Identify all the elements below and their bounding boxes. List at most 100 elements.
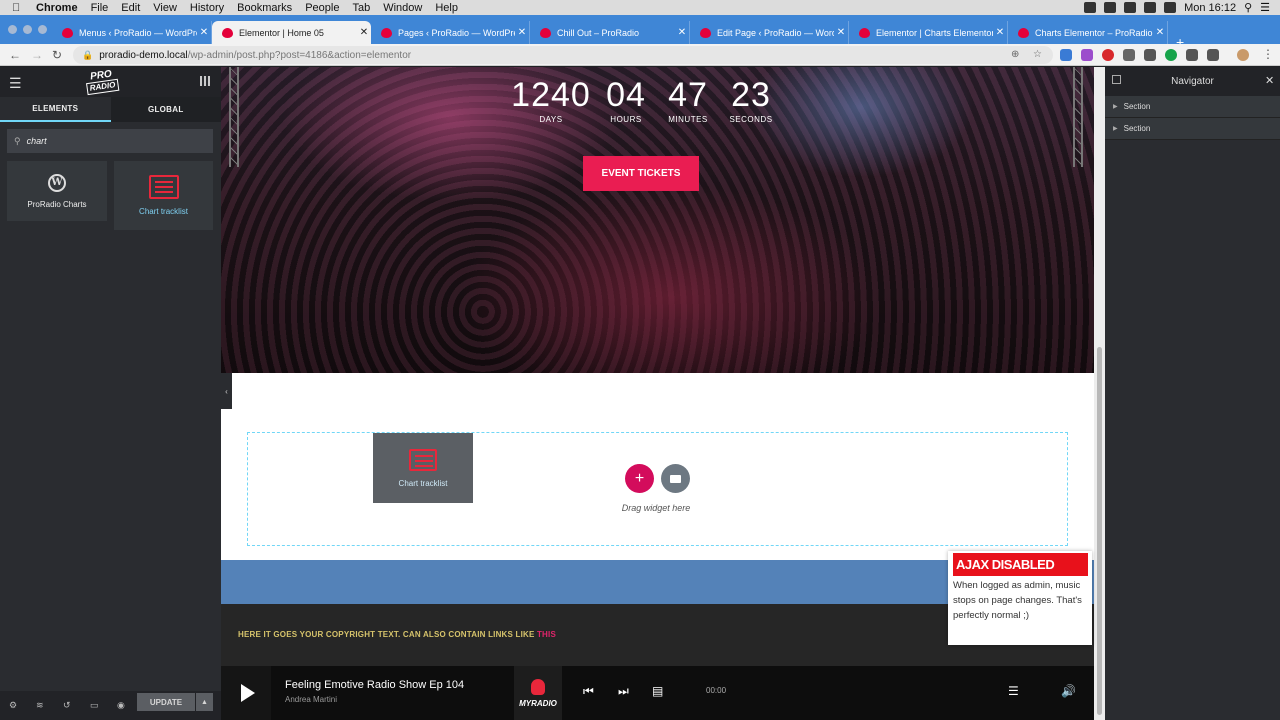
- menu-window[interactable]: Window: [383, 2, 422, 14]
- chrome-menu-icon[interactable]: ⋮: [1262, 47, 1274, 61]
- window-zoom-button[interactable]: [38, 25, 47, 34]
- back-arrow-icon[interactable]: ←: [9, 48, 21, 62]
- tray-wifi-icon[interactable]: [1124, 2, 1137, 13]
- browser-tab-edit-page[interactable]: Edit Page ‹ ProRadio — WordPress ✕: [690, 21, 849, 44]
- widget-search-input[interactable]: ⚲ chart: [7, 129, 213, 153]
- window-close-button[interactable]: [8, 25, 17, 34]
- event-tickets-button[interactable]: EVENT TICKETS: [583, 156, 699, 191]
- navigator-panel: Navigator ✕ ▶ Section ▶ Section: [1105, 67, 1280, 720]
- extension-icon[interactable]: [1186, 49, 1198, 61]
- playlist-icon[interactable]: ☰: [1008, 684, 1019, 698]
- tray-extension-icon[interactable]: [1084, 2, 1097, 13]
- browser-tab-chill-out[interactable]: Chill Out – ProRadio ✕: [530, 21, 690, 44]
- bookmark-star-icon[interactable]: ☆: [1033, 49, 1042, 60]
- play-icon: [240, 684, 255, 702]
- settings-gear-icon[interactable]: ⚙: [9, 700, 17, 711]
- tab-close-icon[interactable]: ✕: [357, 27, 371, 38]
- url-path: /wp-admin/post.php?post=4186&action=elem…: [187, 49, 412, 61]
- search-icon: ⚲: [14, 135, 21, 146]
- tray-dropbox-icon[interactable]: [1104, 2, 1117, 13]
- radio-icon[interactable]: ▤: [652, 684, 663, 698]
- chevron-right-icon[interactable]: ▶: [1113, 125, 1118, 132]
- browser-tab-elementor-home[interactable]: Elementor | Home 05 ✕: [212, 21, 371, 44]
- browser-tab-charts-proradio[interactable]: Charts Elementor – ProRadio ✕: [1008, 21, 1168, 44]
- playback-time: 00:00: [706, 686, 727, 695]
- menu-edit[interactable]: Edit: [121, 2, 140, 14]
- play-button[interactable]: [221, 666, 271, 720]
- widget-proradio-charts[interactable]: W ProRadio Charts: [7, 161, 107, 221]
- widget-label: Chart tracklist: [398, 478, 448, 488]
- collapse-panel-chevron-icon[interactable]: ‹: [221, 373, 232, 409]
- tab-close-icon[interactable]: ✕: [834, 27, 848, 38]
- forward-arrow-icon[interactable]: →: [31, 48, 43, 62]
- countdown-hours: 04 HOURS: [602, 77, 650, 124]
- tab-close-icon[interactable]: ✕: [515, 27, 529, 38]
- volume-icon[interactable]: 🔊: [1061, 684, 1076, 698]
- menu-bookmarks[interactable]: Bookmarks: [237, 2, 292, 14]
- tab-elements[interactable]: ELEMENTS: [0, 97, 111, 122]
- spotlight-icon[interactable]: ⚲: [1244, 1, 1252, 14]
- zoom-icon[interactable]: ⊕: [1011, 49, 1019, 60]
- history-icon[interactable]: ↺: [63, 700, 71, 711]
- extension-icon[interactable]: [1207, 49, 1219, 61]
- menu-history[interactable]: History: [190, 2, 224, 14]
- extension-icon[interactable]: [1081, 49, 1093, 61]
- extension-icon[interactable]: [1123, 49, 1135, 61]
- profile-avatar[interactable]: [1237, 49, 1249, 61]
- copyright-link[interactable]: THIS: [537, 630, 556, 639]
- notification-center-icon[interactable]: ☰: [1260, 1, 1270, 14]
- navigator-item-section[interactable]: ▶ Section: [1105, 96, 1280, 118]
- radio-logo[interactable]: MYRADIO: [514, 666, 562, 720]
- countdown-minutes: 47 MINUTES: [663, 77, 713, 124]
- tab-close-icon[interactable]: ✕: [197, 27, 211, 38]
- menu-view[interactable]: View: [153, 2, 177, 14]
- address-bar[interactable]: 🔒 proradio-demo.local/wp-admin/post.php?…: [73, 46, 1053, 64]
- menu-file[interactable]: File: [91, 2, 109, 14]
- proradio-logo: PRO RADIO: [85, 69, 120, 96]
- tab-favicon-icon: [540, 27, 551, 38]
- grammarly-icon[interactable]: [1165, 49, 1177, 61]
- update-button[interactable]: UPDATE: [137, 693, 195, 711]
- chevron-right-icon[interactable]: ▶: [1113, 103, 1118, 110]
- countdown-value: 47: [668, 76, 708, 114]
- navigator-item-section[interactable]: ▶ Section: [1105, 118, 1280, 140]
- menu-help[interactable]: Help: [435, 2, 458, 14]
- reload-icon[interactable]: ↻: [52, 48, 62, 62]
- apple-icon[interactable]: : [12, 2, 26, 14]
- menu-people[interactable]: People: [305, 2, 339, 14]
- countdown-seconds: 23 SECONDS: [726, 77, 776, 124]
- close-icon[interactable]: ✕: [1265, 74, 1274, 87]
- scrollbar-thumb[interactable]: [1097, 347, 1102, 715]
- tray-timemachine-icon[interactable]: [1164, 2, 1177, 13]
- update-options-chevron-icon[interactable]: ▲: [196, 693, 213, 711]
- extension-icon[interactable]: [1060, 49, 1072, 61]
- tab-close-icon[interactable]: ✕: [1153, 27, 1167, 38]
- widget-chart-tracklist[interactable]: Chart tracklist: [114, 161, 213, 230]
- tray-volume-icon[interactable]: [1144, 2, 1157, 13]
- responsive-desktop-icon[interactable]: ▭: [90, 700, 99, 711]
- browser-tab-elementor-charts[interactable]: Elementor | Charts Elementor ✕: [849, 21, 1008, 44]
- tab-global[interactable]: GLOBAL: [110, 97, 221, 122]
- widgets-grid-icon[interactable]: [200, 76, 210, 86]
- layers-icon[interactable]: ≋: [36, 700, 44, 711]
- menu-app-name[interactable]: Chrome: [36, 2, 78, 14]
- previous-track-icon[interactable]: ⏮: [583, 684, 594, 699]
- next-track-icon[interactable]: ⏭: [618, 684, 629, 699]
- adblock-icon[interactable]: [1102, 49, 1114, 61]
- add-section-button[interactable]: +: [625, 464, 654, 493]
- browser-tab-pages[interactable]: Pages ‹ ProRadio — WordPress ✕: [371, 21, 530, 44]
- widget-drop-zone[interactable]: [247, 432, 1068, 546]
- hamburger-menu-icon[interactable]: ☰: [9, 75, 22, 92]
- dragged-widget-chart-tracklist[interactable]: Chart tracklist: [373, 433, 473, 503]
- preview-eye-icon[interactable]: ◉: [117, 700, 125, 711]
- menubar-clock[interactable]: Mon 16:12: [1184, 2, 1236, 14]
- tab-close-icon[interactable]: ✕: [993, 27, 1007, 38]
- add-template-button[interactable]: [661, 464, 690, 493]
- browser-tab-menus[interactable]: Menus ‹ ProRadio — WordPress ✕: [52, 21, 212, 44]
- window-minimize-button[interactable]: [23, 25, 32, 34]
- menu-tab[interactable]: Tab: [352, 2, 370, 14]
- hero-section[interactable]: 1240 DAYS 04 HOURS 47 MINUTES 23 SECONDS…: [221, 67, 1094, 373]
- canvas-scrollbar[interactable]: [1094, 67, 1105, 720]
- tab-close-icon[interactable]: ✕: [675, 27, 689, 38]
- extension-icon[interactable]: [1144, 49, 1156, 61]
